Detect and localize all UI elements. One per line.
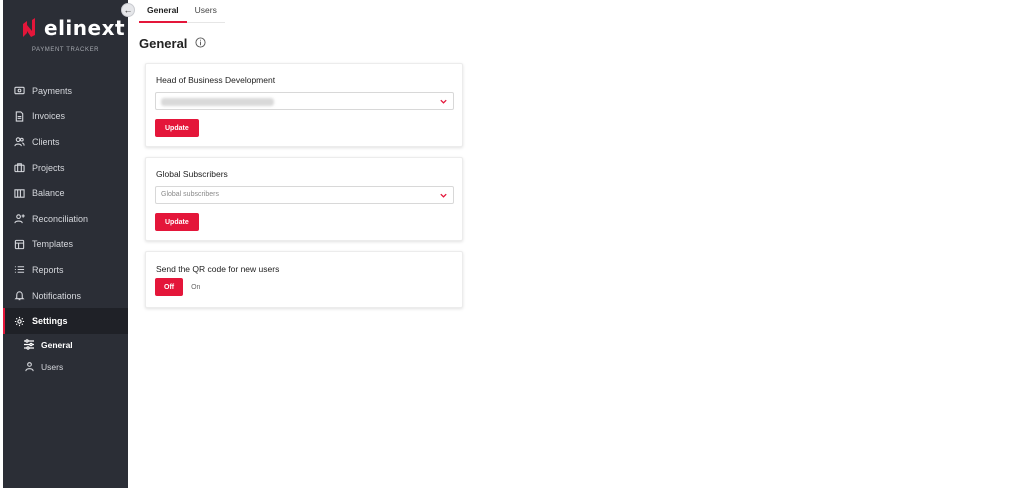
sidebar-item-templates[interactable]: Templates — [3, 232, 128, 258]
redacted-value — [161, 98, 274, 106]
sliders-icon — [23, 339, 35, 351]
sidebar-item-label: Reports — [32, 264, 64, 275]
sidebar-item-reconciliation[interactable]: Reconciliation — [3, 206, 128, 232]
gear-icon — [13, 315, 25, 327]
bell-icon — [13, 290, 25, 302]
page-title: General — [139, 36, 188, 51]
tab-users[interactable]: Users — [187, 0, 225, 22]
global-subscribers-title: Global Subscribers — [156, 169, 228, 179]
global-subscribers-update-button[interactable]: Update — [155, 213, 199, 231]
qr-code-title: Send the QR code for new users — [156, 264, 280, 274]
logo-mark-icon — [23, 18, 35, 37]
qr-off-option[interactable]: Off — [155, 278, 184, 296]
sidebar-item-label: Templates — [32, 239, 74, 250]
chevron-down-icon — [440, 193, 447, 198]
sidebar-item-label: Balance — [32, 188, 65, 199]
sidebar-item-label: Settings — [32, 316, 68, 327]
sidebar-nav: Payments Invoices Clients Projects Balan… — [3, 78, 128, 378]
collapse-sidebar-button[interactable]: ← — [121, 3, 135, 17]
sidebar-item-notifications[interactable]: Notifications — [3, 283, 128, 309]
payments-icon — [13, 85, 25, 97]
user-icon — [23, 361, 35, 373]
qr-code-card: Send the QR code for new users Off On — [145, 251, 463, 308]
sidebar-item-label: Clients — [32, 136, 60, 147]
qr-code-toggle: Off On — [155, 278, 208, 296]
sidebar-item-label: Payments — [32, 85, 73, 96]
sidebar-item-settings[interactable]: Settings — [3, 308, 128, 334]
sidebar-item-clients[interactable]: Clients — [3, 129, 128, 155]
head-bd-title: Head of Business Development — [156, 75, 276, 85]
info-icon[interactable] — [195, 37, 206, 48]
chevron-down-icon — [440, 99, 447, 104]
head-bd-select[interactable] — [155, 92, 454, 110]
sidebar-item-reports[interactable]: Reports — [3, 257, 128, 283]
arrow-left-icon: ← — [123, 5, 133, 15]
sidebar-subitem-users[interactable]: Users — [3, 356, 128, 378]
app-root: elinext PAYMENT TRACKER Payments Invoice… — [0, 0, 1024, 488]
global-subscribers-select[interactable]: Global subscribers — [155, 186, 454, 204]
invoice-icon — [13, 110, 25, 122]
brand-subtitle: PAYMENT TRACKER — [31, 47, 100, 53]
sidebar-item-balance[interactable]: Balance — [3, 180, 128, 206]
templates-icon — [13, 238, 25, 250]
briefcase-icon — [13, 162, 25, 174]
head-bd-card: Head of Business Development Update — [145, 63, 463, 147]
sidebar-item-label: Notifications — [32, 290, 82, 301]
clients-icon — [13, 136, 25, 148]
global-subscribers-placeholder: Global subscribers — [161, 191, 219, 198]
sidebar-item-label: Invoices — [32, 111, 66, 122]
reconciliation-icon — [13, 213, 25, 225]
balance-icon — [13, 187, 25, 199]
sidebar: elinext PAYMENT TRACKER Payments Invoice… — [3, 0, 128, 488]
brand-name: elinext — [44, 16, 126, 40]
sidebar-subitem-label: General — [41, 339, 73, 350]
sidebar-item-label: Reconciliation — [32, 213, 89, 224]
tab-bar: General Users — [139, 0, 225, 23]
sidebar-item-label: Projects — [32, 162, 65, 173]
qr-on-option[interactable]: On — [183, 278, 208, 296]
sidebar-subitem-general[interactable]: General — [3, 334, 128, 356]
brand-logo: elinext — [22, 16, 125, 40]
tab-general[interactable]: General — [139, 0, 187, 23]
reports-icon — [13, 264, 25, 276]
sidebar-item-projects[interactable]: Projects — [3, 155, 128, 181]
sidebar-item-payments[interactable]: Payments — [3, 78, 128, 104]
head-bd-update-button[interactable]: Update — [155, 119, 199, 137]
sidebar-subitem-label: Users — [41, 361, 64, 372]
sidebar-item-invoices[interactable]: Invoices — [3, 104, 128, 130]
global-subscribers-card: Global Subscribers Global subscribers Up… — [145, 157, 463, 241]
